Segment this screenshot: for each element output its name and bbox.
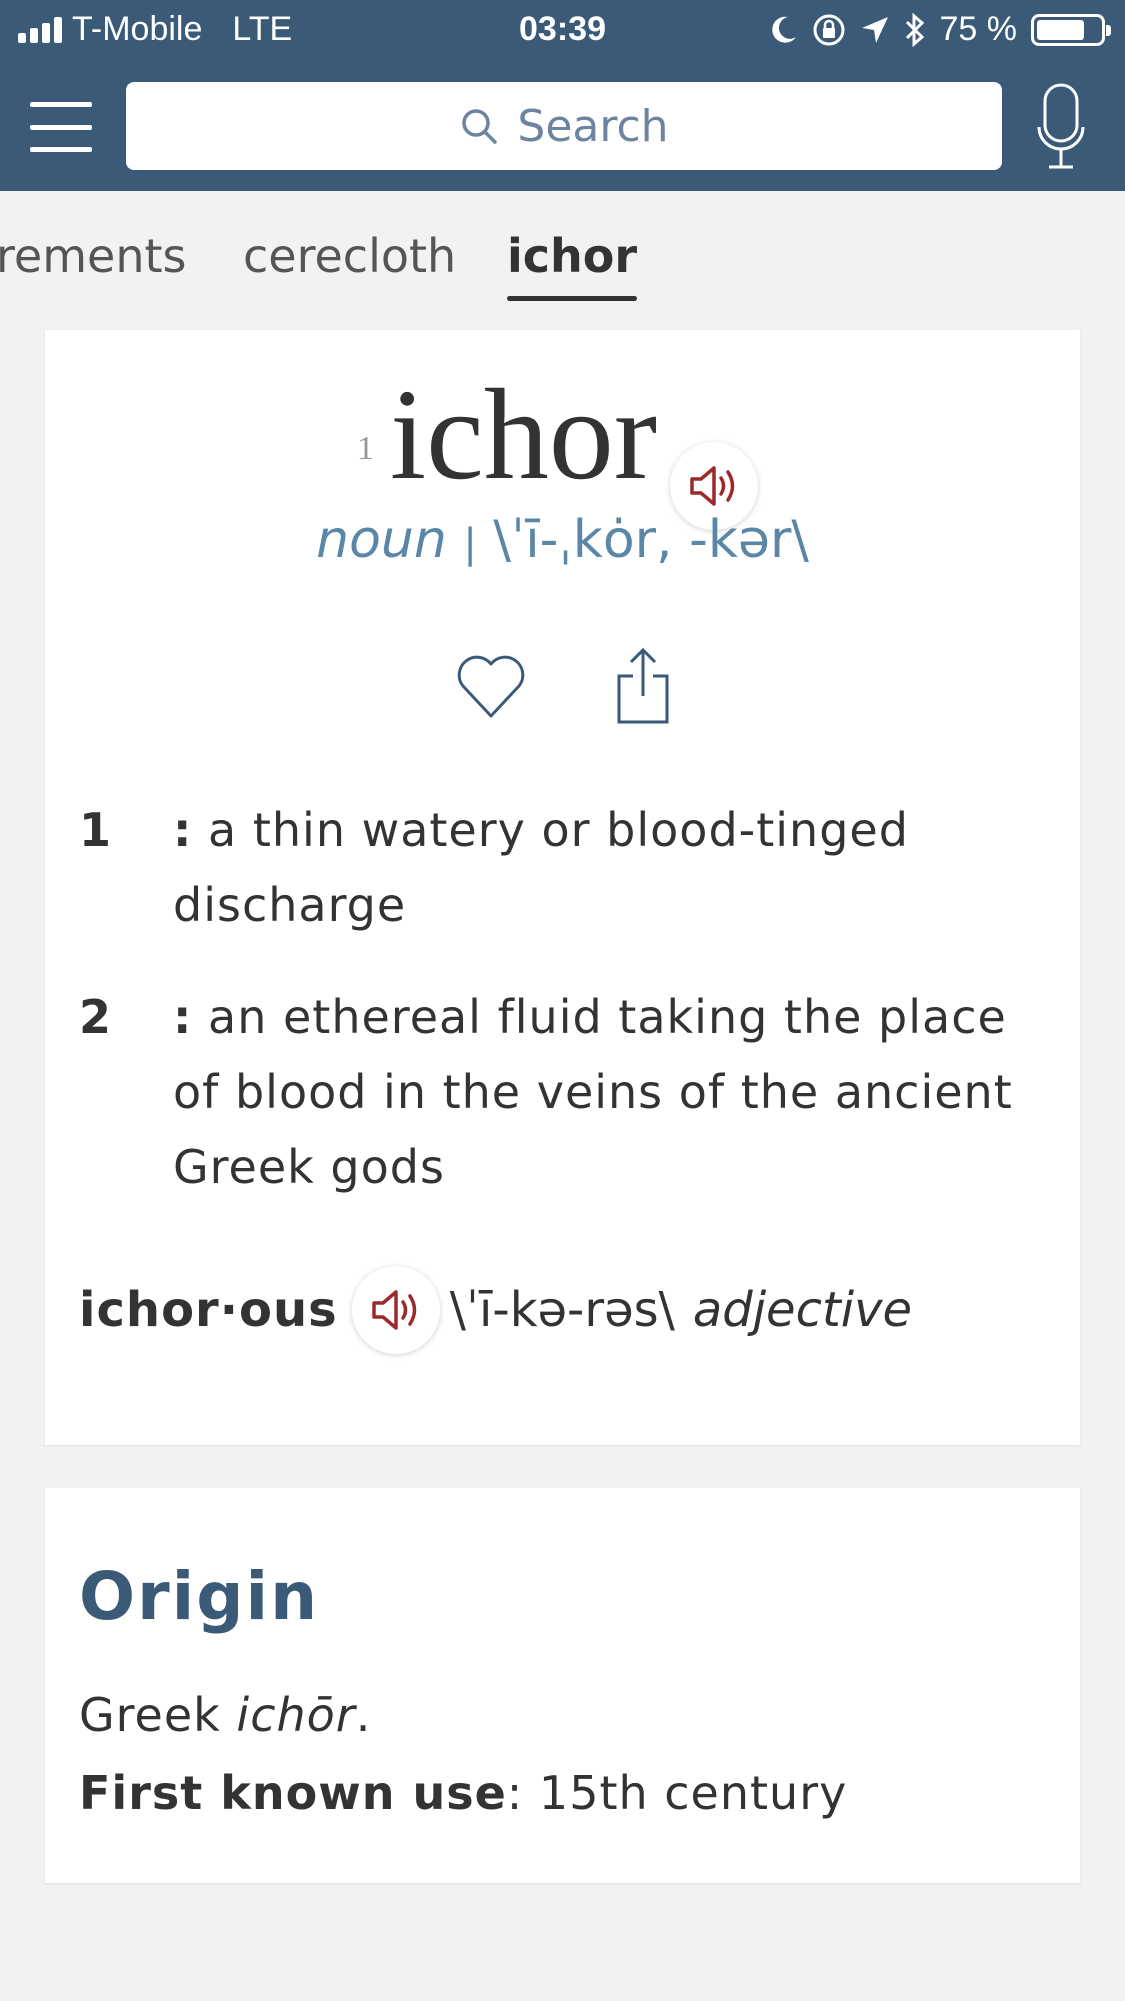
- run-on-pronounce-button[interactable]: [351, 1266, 440, 1354]
- share-icon[interactable]: [613, 646, 673, 726]
- run-on-word: ichor·ous: [79, 1282, 338, 1338]
- first-use-separator: :: [506, 1766, 524, 1820]
- sense-definition: : a thin watery or blood-tinged discharg…: [173, 793, 1033, 943]
- run-on-entry: ichor·ous \ˈī-kə-rəs\ adjective: [79, 1260, 1039, 1360]
- location-arrow-icon: [861, 16, 888, 43]
- run-on-pronunciation: \ˈī-kə-rəs\: [449, 1282, 675, 1338]
- origin-language: Greek: [79, 1688, 221, 1742]
- first-known-use-line: First known use: 15th century: [79, 1766, 847, 1820]
- sense-number: 2: [79, 990, 113, 1044]
- definition-card: 1 ichor noun | \ˈī-ˌkȯr, -kər\ 1 : a thi…: [45, 330, 1080, 1445]
- tab-previous-word[interactable]: rements: [0, 229, 186, 283]
- word-history-tabs: rements cerecloth ichor: [0, 191, 1125, 301]
- sense-colon: :: [173, 803, 193, 857]
- sense-definition: : an ethereal fluid taking the place of …: [173, 980, 1033, 1205]
- sense-text: an ethereal fluid taking the place of bl…: [173, 990, 1013, 1194]
- sense-number: 1: [79, 803, 113, 857]
- run-on-part-of-speech: adjective: [692, 1282, 913, 1338]
- sense-text: a thin watery or blood-tinged discharge: [173, 803, 909, 932]
- pronunciation: \ˈī-ˌkȯr, -kər\: [493, 510, 809, 570]
- search-input[interactable]: Search: [126, 82, 1002, 170]
- menu-bar: [30, 124, 92, 130]
- origin-title: Origin: [79, 1558, 320, 1635]
- battery-icon: [1031, 13, 1111, 46]
- hamburger-menu-button[interactable]: [30, 102, 92, 152]
- first-use-label: First known use: [79, 1766, 507, 1820]
- speaker-icon: [371, 1290, 416, 1330]
- etymology-line: Greek ichōr.: [79, 1688, 371, 1742]
- first-use-value: 15th century: [538, 1766, 848, 1820]
- origin-etymon: ichōr: [236, 1688, 356, 1742]
- search-icon: [462, 109, 498, 144]
- rotation-lock-icon: [813, 14, 844, 45]
- part-of-speech: noun: [316, 510, 447, 570]
- speaker-icon: [690, 466, 735, 506]
- status-bar: T-Mobile LTE 03:39 75 %: [0, 0, 1125, 62]
- origin-card: Origin Greek ichōr. First known use: 15t…: [45, 1488, 1080, 1883]
- pronunciation-line: noun | \ˈī-ˌkȯr, -kər\: [45, 510, 1080, 570]
- pos-separator: |: [463, 521, 477, 567]
- headword: ichor: [390, 363, 658, 507]
- headword-row: 1 ichor: [45, 363, 1080, 530]
- sense-2: 2 : an ethereal fluid taking the place o…: [79, 980, 1039, 1210]
- search-placeholder: Search: [517, 100, 669, 152]
- homograph-number: 1: [357, 430, 374, 467]
- menu-bar: [30, 147, 92, 152]
- tab-ichor[interactable]: ichor: [507, 229, 638, 301]
- sense-1: 1 : a thin watery or blood-tinged discha…: [79, 793, 1039, 943]
- tab-cerecloth[interactable]: cerecloth: [243, 229, 456, 283]
- bluetooth-icon: [905, 12, 924, 47]
- sense-colon: :: [173, 990, 193, 1044]
- favorite-heart-icon[interactable]: [455, 650, 527, 722]
- menu-bar: [30, 102, 92, 107]
- moon-icon: [771, 16, 796, 43]
- microphone-icon[interactable]: [1036, 82, 1086, 172]
- origin-period: .: [355, 1688, 372, 1742]
- battery-percent: 75 %: [939, 10, 1018, 48]
- status-right: 75 %: [770, 10, 1111, 49]
- app-header: T-Mobile LTE 03:39 75 % Search: [0, 0, 1125, 191]
